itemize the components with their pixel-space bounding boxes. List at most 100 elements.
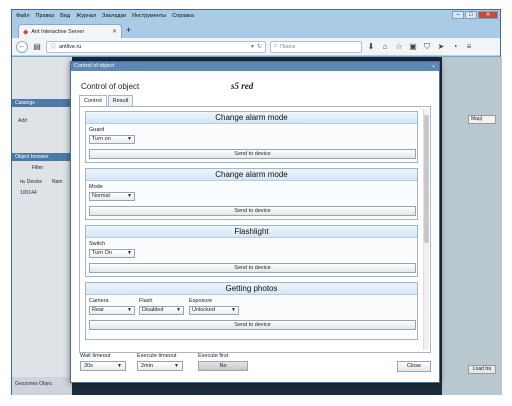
dialog-title-bar: Control of object ⌄: [71, 62, 439, 71]
close-button[interactable]: Close: [397, 361, 431, 372]
url-text: antlive.ru: [59, 43, 82, 50]
bookmark-star-icon[interactable]: ☆: [394, 42, 404, 51]
menu-bookmarks[interactable]: Закладки: [102, 13, 126, 19]
clipboard-icon[interactable]: ▣: [408, 42, 418, 51]
tab-close-icon[interactable]: ✕: [112, 28, 117, 35]
guard-select[interactable]: Turn on ▼: [89, 135, 135, 144]
exposure-value: Unlocked: [192, 307, 215, 313]
maximize-icon[interactable]: □: [465, 11, 477, 19]
load-track-button[interactable]: Load tra: [468, 365, 496, 374]
address-bar[interactable]: ⓘ antlive.ru ▾ ↻: [46, 40, 266, 53]
new-tab-icon[interactable]: +: [126, 25, 131, 35]
scrollbar-thumb[interactable]: [424, 115, 429, 243]
wait-timeout-select[interactable]: 30s ▼: [80, 361, 126, 371]
execute-timeout-label: Execute timeout: [137, 353, 177, 359]
send-to-device-button[interactable]: Send to device: [89, 263, 416, 273]
tab-result[interactable]: Result: [107, 95, 134, 106]
menu-help[interactable]: Справка: [172, 13, 194, 19]
flash-select[interactable]: Disabled ▼: [139, 306, 184, 315]
switch-value: Turn On: [92, 250, 112, 256]
pocket-icon[interactable]: ◔: [450, 42, 460, 51]
menu-bar: Файл Правка Вид Журнал Закладки Инструме…: [12, 10, 500, 21]
search-input[interactable]: ⌕ Поиск: [270, 40, 362, 53]
column-device: № Device: [20, 179, 43, 185]
flash-label: Flash: [139, 298, 153, 304]
minimize-icon[interactable]: –: [452, 11, 464, 19]
camera-value: Rear: [92, 307, 104, 313]
site-info-icon[interactable]: ⓘ: [50, 42, 56, 51]
exposure-select[interactable]: Unlocked ▼: [189, 306, 239, 315]
filter-button[interactable]: Filter: [32, 165, 43, 171]
object-name: s5 red: [231, 81, 254, 91]
search-icon: ⌕: [274, 43, 278, 49]
catalogs-header: Catalogs: [12, 99, 72, 107]
map-type-dropdown[interactable]: Map): [468, 115, 496, 124]
guard-value: Turn on: [92, 136, 111, 142]
chevron-down-icon: ▼: [176, 307, 181, 313]
search-placeholder: Поиск: [280, 43, 296, 50]
chevron-down-icon: ▼: [231, 307, 236, 313]
section-alarm-guard: Change alarm mode Guard Turn on ▼ Send t…: [85, 111, 418, 163]
wait-timeout-value: 30s: [84, 363, 93, 369]
collapse-icon[interactable]: ⌄: [431, 62, 436, 71]
close-icon[interactable]: ✕: [478, 11, 498, 19]
send-icon[interactable]: ➤: [436, 42, 446, 51]
execute-timeout-select[interactable]: 2min ▼: [137, 361, 183, 371]
add-button[interactable]: Add: [18, 118, 27, 124]
home-icon[interactable]: ⌂: [380, 42, 390, 51]
reload-icon[interactable]: ↻: [257, 43, 262, 50]
camera-select[interactable]: Rear ▼: [89, 306, 135, 315]
section-title: Change alarm mode: [86, 112, 417, 124]
section-title: Flashlight: [86, 226, 417, 238]
page-favicon-icon: ◆: [23, 28, 29, 36]
menu-edit[interactable]: Правка: [36, 13, 55, 19]
menu-tools[interactable]: Инструменты: [132, 13, 166, 19]
send-to-device-button[interactable]: Send to device: [89, 149, 416, 159]
tab-title: Ant Interactive Server: [31, 28, 85, 35]
wait-timeout-label: Wait timeout: [80, 353, 111, 359]
mode-select[interactable]: Normal ▼: [89, 192, 135, 201]
menu-file[interactable]: Файл: [16, 13, 30, 19]
execute-first-label: Execute first: [198, 353, 229, 359]
section-flashlight: Flashlight Switch Turn On ▼ Send to devi…: [85, 225, 418, 277]
flash-value: Disabled: [142, 307, 164, 313]
browser-tab[interactable]: ◆ Ant Interactive Server ✕: [18, 24, 122, 38]
object-browser-header: Object browser: [12, 153, 72, 161]
dialog-window-title: Control of object: [74, 63, 115, 69]
control-dialog: Control of object ⌄ Control of object s5…: [70, 61, 440, 383]
section-title: Getting photos: [86, 283, 417, 295]
section-alarm-mode: Change alarm mode Mode Normal ▼ Send to …: [85, 168, 418, 220]
send-to-device-button[interactable]: Send to device: [89, 320, 416, 330]
back-icon[interactable]: ←: [16, 40, 28, 53]
shield-icon[interactable]: ⛉: [422, 42, 432, 52]
switch-select[interactable]: Turn On ▼: [89, 249, 135, 258]
download-icon[interactable]: ⬇: [366, 42, 376, 51]
send-to-device-button[interactable]: Send to device: [89, 206, 416, 216]
execute-timeout-value: 2min: [141, 363, 153, 369]
tab-control[interactable]: Control: [79, 95, 107, 106]
exposure-label: Exposure: [189, 298, 213, 304]
chevron-down-icon: ▼: [127, 250, 132, 256]
column-name: Nam: [52, 179, 63, 185]
tab-strip: ◆ Ant Interactive Server ✕ +: [12, 21, 500, 38]
app-sidebar: Catalogs Add Object browser Filter № Dev…: [12, 57, 72, 395]
dialog-heading: Control of object: [81, 82, 140, 91]
chevron-down-icon: ▼: [127, 136, 132, 142]
dialog-tabs: Control Result: [79, 95, 134, 106]
dropdown-icon[interactable]: ▾: [251, 43, 254, 50]
table-row[interactable]: 100144: [20, 190, 37, 196]
map-area[interactable]: Map) Load tra: [442, 57, 502, 395]
execute-first-toggle[interactable]: No: [198, 361, 248, 371]
section-title: Change alarm mode: [86, 169, 417, 181]
mode-label: Mode: [89, 184, 103, 190]
menu-view[interactable]: Вид: [60, 13, 70, 19]
section-getting-photos: Getting photos Camera Rear ▼ Flash Disab…: [85, 282, 418, 340]
menu-history[interactable]: Журнал: [76, 13, 96, 19]
chevron-down-icon: ▼: [127, 307, 132, 313]
control-panel: Change alarm mode Guard Turn on ▼ Send t…: [79, 106, 431, 353]
scrollbar[interactable]: [423, 109, 429, 350]
bottom-tabs[interactable]: Geozones Objec: [12, 377, 72, 395]
page-icon: ▤: [33, 42, 41, 51]
camera-label: Camera: [89, 298, 109, 304]
hamburger-menu-icon[interactable]: ≡: [464, 42, 474, 51]
